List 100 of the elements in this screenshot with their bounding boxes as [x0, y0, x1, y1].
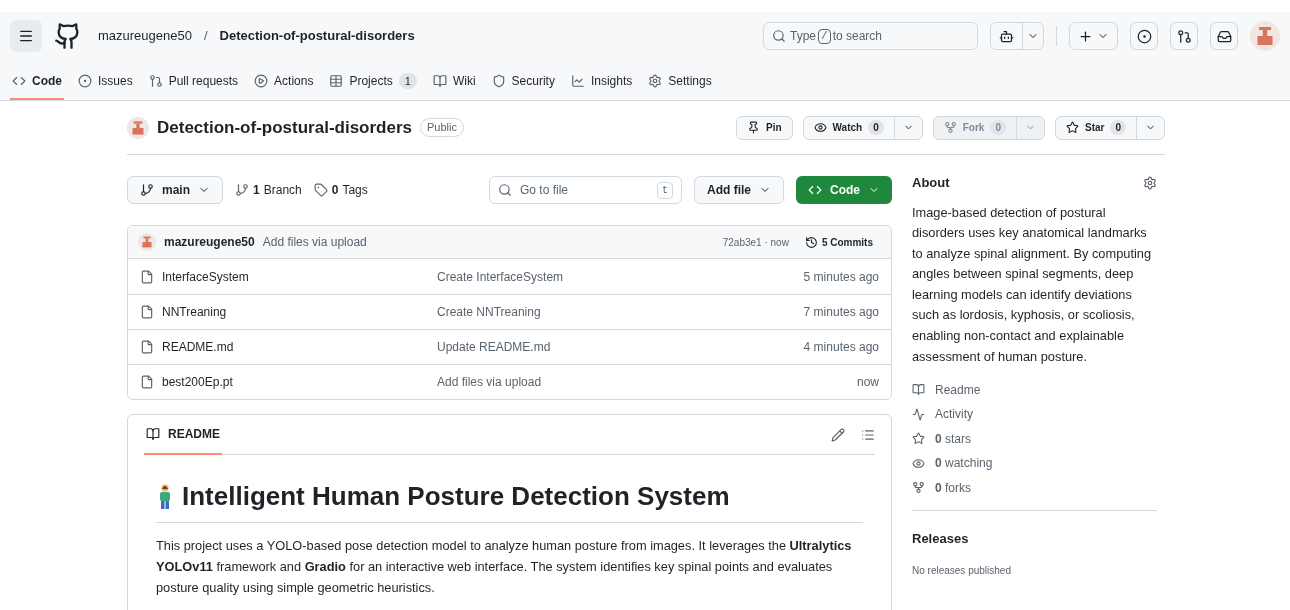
eye-icon — [813, 121, 827, 134]
readme-heading: Intelligent Human Posture Detection System — [182, 480, 730, 513]
commit-message-link[interactable]: Add files via upload — [437, 373, 857, 391]
fork-icon — [943, 121, 957, 134]
code-button[interactable]: Code — [796, 176, 892, 204]
pull-request-icon — [148, 74, 163, 88]
nav-tab[interactable]: Code — [10, 64, 64, 100]
file-time: now — [857, 374, 879, 391]
about-link[interactable]: 0 forks — [912, 475, 1157, 501]
avatar-icon — [1250, 21, 1280, 51]
commit-message[interactable]: Add files via upload — [262, 233, 367, 251]
commit-hash-time[interactable]: 72ab3e1 · now — [722, 234, 789, 250]
search-field[interactable]: Type / to search — [763, 22, 978, 50]
table-icon — [329, 74, 344, 88]
code-icon — [808, 183, 822, 197]
tags-link[interactable]: 0 Tags — [313, 181, 368, 199]
commit-message-link[interactable]: Create InterfaceSystem — [437, 267, 804, 286]
go-to-file-hint: Go to file — [520, 182, 570, 199]
file-name-link[interactable]: best200Ep.pt — [162, 373, 437, 391]
book-icon — [432, 74, 447, 88]
eye-icon — [912, 456, 925, 470]
readme-paragraph: This project uses a YOLO-based pose detection model to analyze human posture from images. It leverages the Ultralytics YOLOv11 framework and Gradio for an interactive web interface. The system identifies key spinal points and evaluates posture quality using simple geometric heuristics. — [156, 537, 853, 597]
nav-tab[interactable]: Insights — [568, 64, 635, 100]
pull-requests-button[interactable] — [1170, 22, 1198, 50]
add-file-button[interactable]: Add file — [694, 176, 784, 204]
history-icon — [804, 235, 818, 249]
owner-link[interactable]: mazureugene50 — [98, 26, 192, 46]
branch-icon — [235, 183, 249, 197]
menu-button[interactable] — [10, 20, 42, 52]
commit-author[interactable]: mazureugene50 — [164, 233, 255, 251]
menu-icon — [18, 28, 34, 44]
edit-icon[interactable] — [831, 427, 845, 442]
nav-tab[interactable]: Issues — [76, 64, 135, 100]
repo-title: Detection-of-postural-disorders — [157, 116, 413, 139]
repo-action-button[interactable]: Pin — [736, 115, 793, 140]
about-link[interactable]: Activity — [912, 401, 1157, 427]
branches-link[interactable]: 1 Branch — [235, 181, 302, 199]
copilot-button[interactable] — [990, 22, 1044, 50]
gear-icon — [648, 74, 663, 88]
shield-icon — [491, 74, 506, 88]
nav-tab[interactable]: Actions — [252, 64, 316, 100]
pull-request-icon — [1176, 28, 1192, 44]
branch-select[interactable]: main — [127, 176, 223, 204]
commits-link[interactable]: 5 Commits — [804, 234, 873, 250]
go-to-file-field[interactable]: Go to file t — [489, 176, 682, 204]
file-name-link[interactable]: README.md — [162, 338, 437, 356]
nav-tab[interactable]: Pull requests — [146, 64, 241, 100]
search-icon — [498, 183, 512, 197]
releases-note: No releases published — [912, 563, 1012, 578]
book-icon — [912, 383, 925, 397]
search-hint: Type / to search — [790, 27, 882, 45]
file-time: 7 minutes ago — [803, 304, 879, 321]
count-badge: 0 — [1110, 120, 1126, 135]
pin-icon — [747, 121, 760, 134]
nav-tab[interactable]: Projects 1 — [327, 64, 419, 100]
star-icon — [912, 432, 925, 446]
nav-tab[interactable]: Wiki — [430, 64, 478, 100]
avatar-icon — [127, 116, 149, 139]
star-icon — [1066, 121, 1079, 134]
count-badge: 1 — [398, 72, 417, 90]
about-heading: About — [912, 174, 950, 192]
repo-action-button[interactable]: Watch 0 — [802, 115, 923, 140]
count-badge: 0 — [868, 120, 884, 135]
line-chart-icon — [570, 74, 585, 88]
issues-button[interactable] — [1130, 22, 1158, 50]
inbox-button[interactable] — [1210, 22, 1238, 50]
tag-icon — [313, 183, 328, 197]
releases-heading: Releases — [912, 530, 970, 549]
file-icon — [140, 305, 154, 319]
repo-action-button[interactable]: Star 0 — [1055, 115, 1165, 140]
nav-tab[interactable]: Settings — [646, 64, 714, 100]
file-time: 4 minutes ago — [803, 339, 879, 356]
nav-tab[interactable]: Security — [489, 64, 557, 100]
play-icon — [254, 74, 269, 88]
path-separator: / — [203, 27, 208, 46]
file-icon — [140, 375, 154, 389]
robot-icon — [999, 28, 1014, 44]
commit-message-link[interactable]: Update README.md — [437, 338, 804, 356]
activity-icon — [912, 407, 925, 421]
issue-icon — [78, 74, 92, 88]
file-icon — [140, 340, 154, 354]
plus-icon — [1078, 28, 1093, 44]
gear-icon[interactable] — [1143, 175, 1157, 190]
file-name-link[interactable]: InterfaceSystem — [162, 267, 437, 286]
count-badge: 0 — [990, 120, 1006, 135]
code-icon — [12, 74, 26, 88]
about-link[interactable]: 0 stars — [912, 426, 1157, 452]
search-icon — [772, 29, 786, 43]
about-description: Image-based detection of postural disorders uses key anatomical landmarks to analyze spinal alignment. By computing angles between spinal segments, deep learning models can identify deviations such as lordosis, kyphosis, or scoliosis, enabling non-contact and explainable assessment of human posture. — [912, 203, 1152, 366]
file-time: 5 minutes ago — [803, 268, 879, 286]
about-link[interactable]: 0 watching — [912, 451, 1157, 476]
repo-link[interactable]: Detection-of-postural-disorders — [219, 26, 415, 46]
commit-message-link[interactable]: Create NNTreaning — [437, 303, 804, 321]
readme-tab[interactable]: README — [144, 415, 222, 455]
branch-icon — [140, 183, 154, 197]
file-icon — [140, 269, 154, 284]
about-link[interactable]: Readme — [912, 377, 1157, 402]
issue-icon — [1136, 28, 1152, 44]
outline-icon[interactable] — [861, 427, 875, 442]
file-name-link[interactable]: NNTreaning — [162, 303, 437, 321]
